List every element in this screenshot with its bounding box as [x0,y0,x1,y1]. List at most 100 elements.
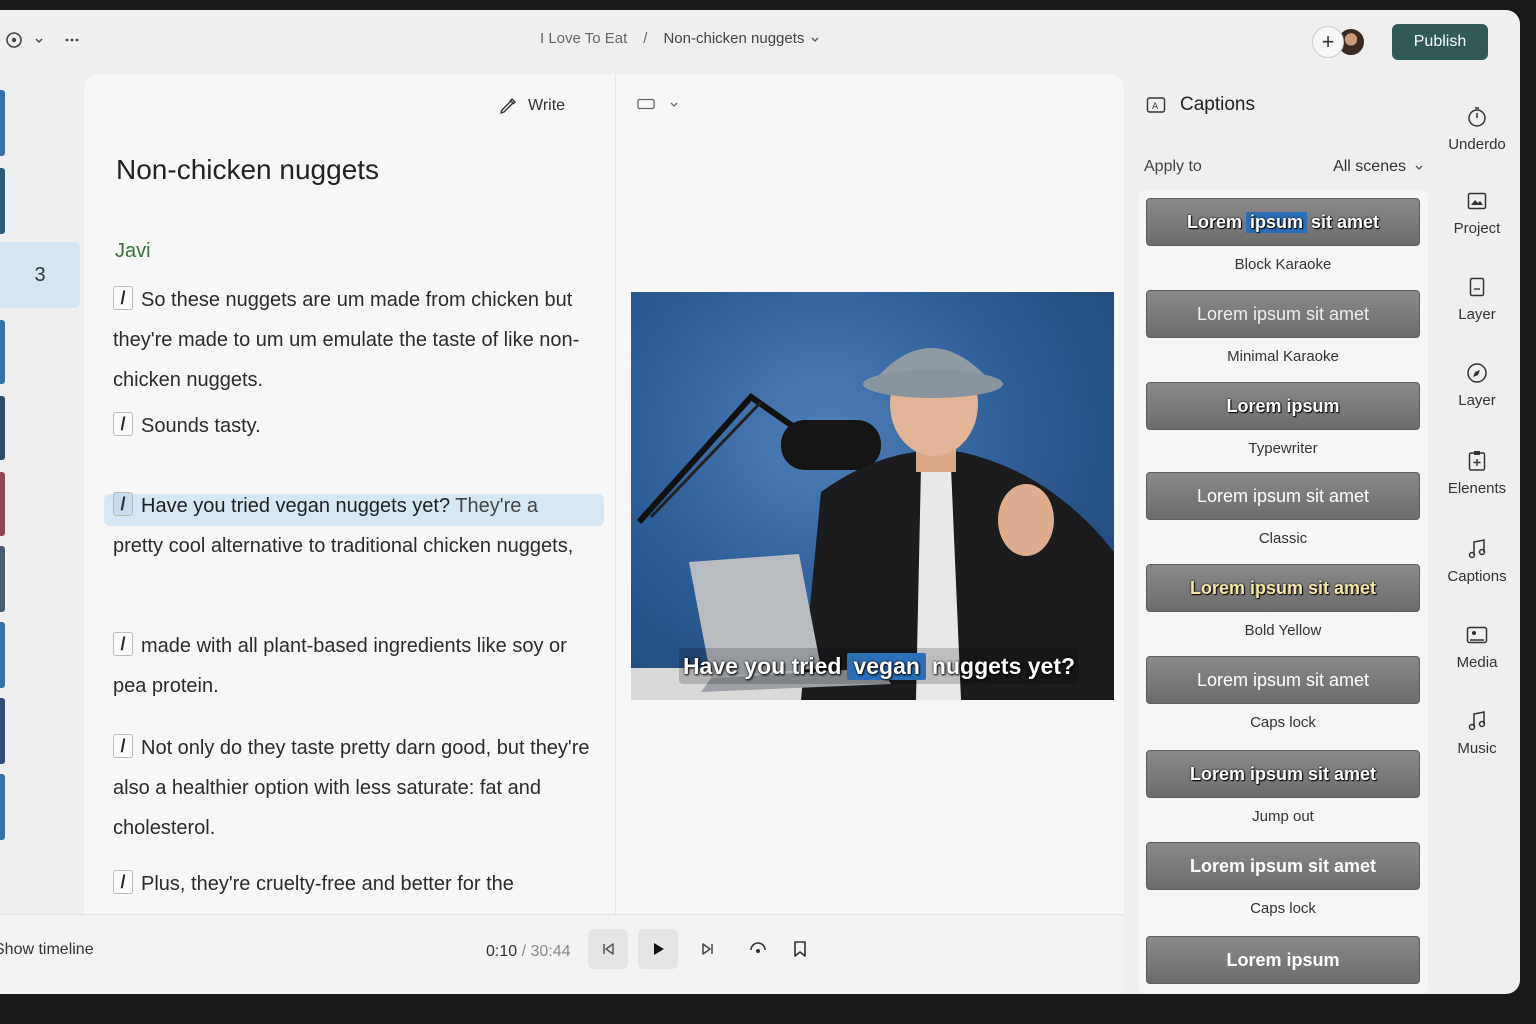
caption-style-jump-out[interactable]: Lorem ipsum sit amet Jump out [1146,750,1420,825]
scene-thumb[interactable] [0,396,5,460]
image-icon [1467,192,1487,210]
scene-break-marker[interactable]: / [113,492,133,516]
rail-item-media[interactable]: Media [1432,622,1520,671]
rail-item-layer-2[interactable]: Layer [1432,360,1520,409]
caption-style-bold-yellow[interactable]: Lorem ipsum sit amet Bold Yellow [1146,564,1420,639]
rail-item-project[interactable]: Project [1432,188,1520,237]
scene-thumb[interactable] [0,698,5,764]
music-note-icon [1468,539,1486,559]
compass-icon [1467,363,1487,383]
loop-button[interactable] [738,929,778,969]
chevron-down-icon [670,102,678,107]
bookmark-button[interactable] [780,929,820,969]
scene-thumb-active[interactable]: 3 [0,242,80,308]
add-collaborator-button[interactable]: + [1312,26,1344,58]
rail-item-captions[interactable]: Captions [1432,536,1520,585]
time-display: 0:10 / 30:44 [486,943,571,961]
aspect-ratio-dropdown[interactable] [637,98,679,110]
scene-break-marker[interactable]: / [113,870,133,894]
rail-item-elements[interactable]: Elenents [1432,448,1520,497]
scene-strip: 3 [0,74,82,914]
scene-break-marker[interactable]: / [113,286,133,310]
caption-style-classic[interactable]: Lorem ipsum sit amet Classic [1146,472,1420,547]
rail-item-label: Media [1456,654,1498,671]
more-options-icon[interactable] [62,30,82,50]
breadcrumb-project[interactable]: I Love To Eat [540,30,627,47]
skip-back-button[interactable] [588,929,628,969]
write-button[interactable]: Write [498,96,565,116]
caption-style-block-karaoke[interactable]: Lorem ipsum sit amet Block Karaoke [1146,198,1420,273]
caption-style-preview: Lorem ipsum sit amet [1146,656,1420,704]
caption-style-typewriter[interactable]: Lorem ipsum Typewriter [1146,382,1420,457]
video-frame[interactable]: Have you tried vegan nuggets yet? [631,292,1114,700]
show-timeline-toggle[interactable]: Show timeline [0,941,94,959]
caption-style-label: Jump out [1252,808,1314,825]
paragraph-text: pretty cool alternative to traditional c… [113,535,574,557]
paragraph-text: Not only do they taste pretty darn good,… [113,737,590,839]
rail-item-underdo[interactable]: Underdo [1432,104,1520,153]
scene-break-marker[interactable]: / [113,632,133,656]
top-bar-right: + Publish [1312,24,1488,60]
apply-to-label: Apply to [1144,158,1202,175]
breadcrumb-document[interactable]: Non-chicken nuggets [663,30,820,47]
skip-forward-button[interactable] [688,929,728,969]
document-icon [1469,277,1485,297]
caption-style-preview: Lorem ipsum sit amet [1146,750,1420,798]
script-paragraph[interactable]: / made with all plant-based ingredients l… [113,626,603,706]
svg-text:A: A [1152,102,1159,112]
captions-icon: A [1146,97,1166,113]
scene-break-marker[interactable]: / [113,412,133,436]
rail-item-label: Layer [1458,306,1496,323]
script-paragraph-active[interactable]: / Have you tried vegan nuggets yet? They'… [113,486,603,566]
app-menu-icon[interactable] [4,30,24,50]
play-button[interactable] [638,929,678,969]
paragraph-text: So these nuggets are um made from chicke… [113,289,580,391]
caption-style-extra[interactable]: Lorem ipsum [1146,936,1420,984]
scene-thumb[interactable] [0,168,5,234]
apply-to-value: All scenes [1333,158,1406,175]
scene-thumb[interactable] [0,774,5,840]
publish-button[interactable]: Publish [1392,24,1488,60]
page-title[interactable]: Non-chicken nuggets [116,154,379,186]
chevron-down-icon [1415,165,1423,170]
caption-style-label: Block Karaoke [1234,256,1332,273]
scene-thumb[interactable] [0,320,5,384]
write-label: Write [528,97,566,114]
caption-style-caps-lock[interactable]: Lorem ipsum sit amet Caps lock [1146,656,1420,731]
caption-style-minimal-karaoke[interactable]: Lorem ipsum sit amet Minimal Karaoke [1146,290,1420,365]
rail-item-label: Captions [1447,568,1507,585]
script-paragraph[interactable]: / Sounds tasty. [113,406,603,446]
captions-header: A Captions [1146,94,1255,116]
scene-thumb[interactable] [0,472,5,536]
play-icon [654,943,664,955]
rail-item-label: Elenents [1447,480,1507,497]
scene-thumb[interactable] [0,546,5,612]
time-separator: / [521,943,527,960]
speaker-label[interactable]: Javi [115,240,151,263]
main-panel: Write Non-chicken nuggets Javi / So these… [84,74,1124,920]
scene-break-marker[interactable]: / [113,734,133,758]
caption-style-label: Caps lock [1250,714,1316,731]
chevron-down-icon[interactable] [34,30,44,50]
caption-style-preview: Lorem ipsum sit amet [1146,290,1420,338]
breadcrumb: I Love To Eat / Non-chicken nuggets [540,30,820,47]
caption-style-preview: Lorem ipsum sit amet [1146,564,1420,612]
script-paragraph[interactable]: / Plus, they're cruelty-free and better f… [113,864,603,920]
script-paragraph[interactable]: / Not only do they taste pretty darn good… [113,728,603,848]
apply-to-dropdown[interactable]: All scenes [1333,158,1424,176]
caption-overlay[interactable]: Have you tried vegan nuggets yet? [679,648,1079,684]
chevron-down-icon [811,37,819,42]
caption-style-label: Classic [1258,530,1308,547]
top-bar: I Love To Eat / Non-chicken nuggets + Pu… [0,10,1520,72]
caption-style-preview: Lorem ipsum sit amet [1146,842,1420,890]
caption-text-pre: Have you tried [682,652,842,679]
apply-to-row: Apply to All scenes [1144,158,1424,176]
caption-style-caps-lock-2[interactable]: Lorem ipsum sit amet Caps lock [1146,842,1420,917]
caption-style-label: Caps lock [1250,900,1316,917]
script-paragraph[interactable]: / So these nuggets are um made from chick… [113,280,603,400]
scene-thumb[interactable] [0,622,5,688]
rail-item-music[interactable]: Music [1432,708,1520,757]
playback-bar: Show timeline 0:10 / 30:44 [0,914,1124,994]
rail-item-layer[interactable]: Layer [1432,274,1520,323]
scene-thumb[interactable] [0,90,5,156]
